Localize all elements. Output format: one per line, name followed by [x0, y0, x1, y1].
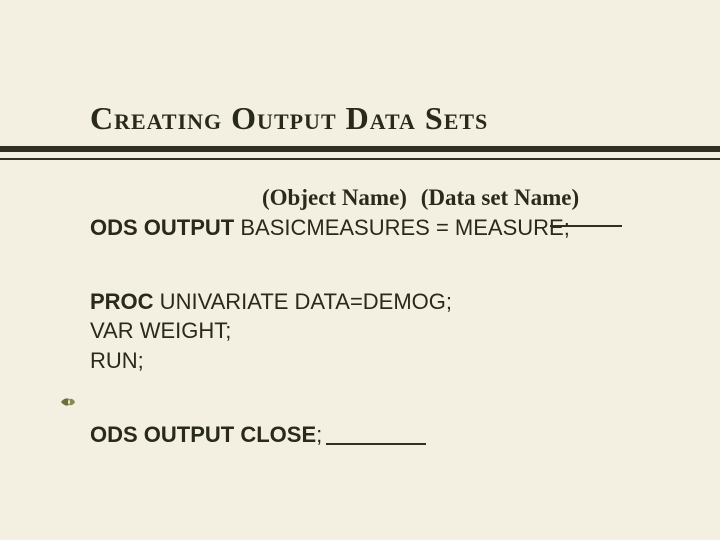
proc-keyword: PROC [90, 289, 154, 314]
title-rule-thick [0, 146, 720, 152]
ods-output-keyword: ODS OUTPUT [90, 215, 234, 240]
annotation-row: (Object Name) (Data set Name) [90, 185, 650, 211]
code-ods-output: ODS OUTPUT BASICMEASURES = MEASURE; [90, 213, 650, 243]
title-rule-thin [0, 158, 720, 160]
close-underline-icon [326, 443, 426, 445]
code-proc-block: PROC UNIVARIATE DATA=DEMOG; VAR WEIGHT; … [90, 287, 650, 376]
code-proc-line: PROC UNIVARIATE DATA=DEMOG; [90, 287, 650, 317]
leaf-bullet-icon [60, 396, 76, 408]
ods-close-keyword: ODS OUTPUT CLOSE [90, 422, 316, 447]
annotation-dataset-name: (Data set Name) [421, 185, 579, 211]
content-block: (Object Name) (Data set Name) ODS OUTPUT… [90, 175, 650, 449]
ods-output-rest: BASICMEASURES = MEASURE; [234, 215, 570, 240]
ods-close-semi: ; [316, 422, 322, 447]
code-close-line: ODS OUTPUT CLOSE; [90, 420, 650, 450]
slide: Creating Output Data Sets (Object Name) … [0, 0, 720, 540]
annotation-object-name: (Object Name) [262, 185, 407, 211]
code-var-line: VAR WEIGHT; [90, 316, 650, 346]
proc-rest: UNIVARIATE DATA=DEMOG; [154, 289, 452, 314]
callout-line-icon [550, 225, 622, 227]
page-title: Creating Output Data Sets [90, 100, 488, 137]
code-run-line: RUN; [90, 346, 650, 376]
